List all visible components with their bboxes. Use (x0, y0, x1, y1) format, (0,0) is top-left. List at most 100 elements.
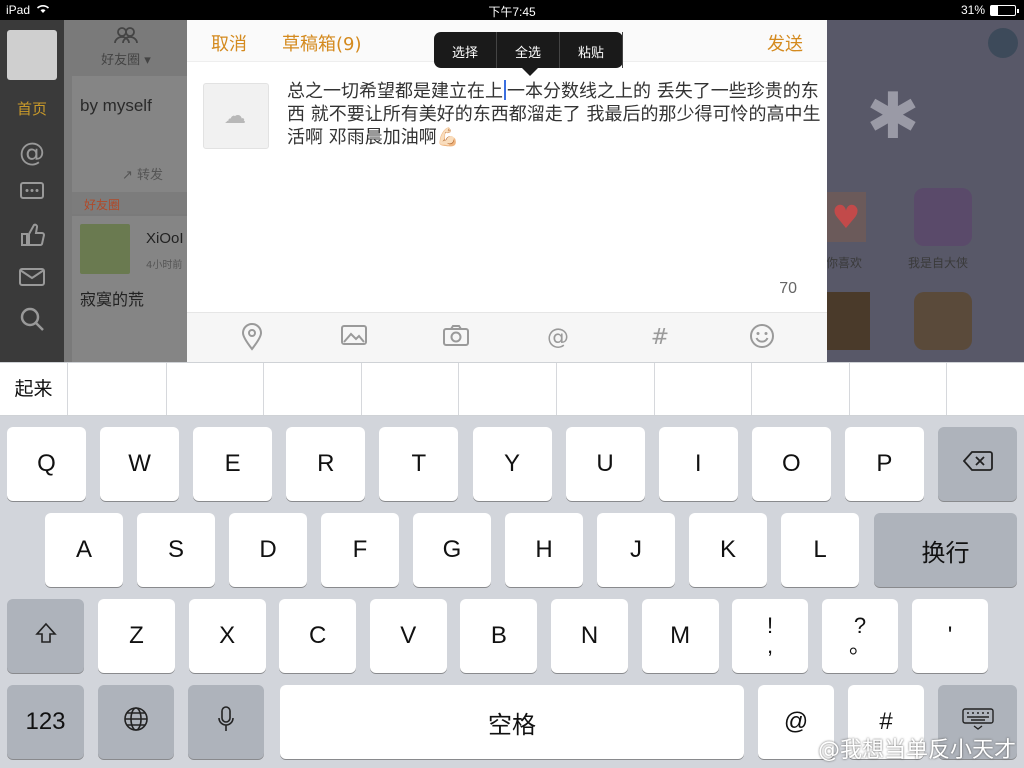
key-o[interactable]: O (751, 427, 831, 501)
key-f[interactable]: F (321, 513, 399, 587)
status-time: 下午7:45 (488, 5, 536, 19)
cancel-button[interactable]: 取消 (211, 30, 247, 56)
forward-label: 转发 (137, 168, 164, 183)
comment-icon[interactable] (17, 180, 47, 210)
candidate-word[interactable]: 起来 (0, 363, 68, 415)
delete-key[interactable] (938, 427, 1017, 501)
candidate-divider (458, 363, 460, 415)
game-app-icon[interactable] (914, 188, 972, 246)
key-e[interactable]: E (193, 427, 273, 501)
apostrophe-key[interactable]: ' (912, 599, 988, 673)
key-bottom-glyph: , (766, 633, 774, 658)
candidate-divider (360, 363, 362, 415)
battery-icon (990, 4, 1019, 16)
key-n[interactable]: N (551, 599, 628, 673)
select-all-option[interactable]: 全选 (497, 32, 561, 68)
key-b[interactable]: B (460, 599, 538, 673)
feed-card[interactable]: XiOoI 4小时前 寂寞的荒 (72, 216, 188, 362)
key-m[interactable]: M (641, 599, 719, 673)
edit-menu: 选择 全选 粘贴 (434, 32, 624, 76)
feed-card-text: by myself (80, 96, 152, 115)
game-app-icon[interactable] (914, 292, 972, 350)
globe-key[interactable] (98, 685, 174, 759)
mail-icon[interactable] (17, 264, 47, 294)
feed-text: 寂寞的荒 (80, 290, 145, 309)
candidate-divider (848, 363, 850, 415)
paste-option[interactable]: 粘贴 (560, 32, 624, 68)
char-count: 70 (779, 280, 797, 297)
candidate-divider (653, 363, 655, 415)
groups-icon (64, 26, 188, 49)
key-s[interactable]: S (137, 513, 215, 587)
delete-icon (962, 450, 993, 479)
candidate-divider (946, 363, 948, 415)
space-key[interactable]: 空格 (280, 685, 744, 759)
key-j[interactable]: J (597, 513, 675, 587)
numbers-key[interactable]: 123 (7, 685, 84, 759)
key-u[interactable]: U (565, 427, 645, 501)
key-p[interactable]: P (844, 427, 924, 501)
select-option[interactable]: 选择 (434, 32, 498, 68)
key-x[interactable]: X (188, 599, 266, 673)
exclamation-comma-key[interactable]: !, (732, 599, 808, 673)
game-app-icon[interactable] (826, 292, 870, 350)
heart-app-icon[interactable]: ♥ (826, 192, 866, 242)
key-g[interactable]: G (413, 513, 491, 587)
app-label: 你喜欢 (826, 256, 863, 270)
key-bottom-glyph: 。 (848, 633, 871, 658)
profile-avatar[interactable] (7, 30, 57, 80)
key-r[interactable]: R (286, 427, 366, 501)
emoji-icon[interactable] (746, 323, 778, 353)
key-h[interactable]: H (505, 513, 583, 587)
key-a[interactable]: A (45, 513, 123, 587)
location-icon[interactable] (236, 323, 268, 353)
flower-decoration-icon: ✱ (866, 80, 920, 154)
key-v[interactable]: V (369, 599, 447, 673)
groups-selector[interactable]: 好友圈 ▾ (64, 26, 188, 68)
key-t[interactable]: T (379, 427, 459, 501)
return-key[interactable]: 换行 (874, 513, 1017, 587)
key-l[interactable]: L (781, 513, 859, 587)
watermark-text: @我想当单反小天才 (817, 738, 1016, 763)
like-icon[interactable] (17, 222, 47, 252)
text-cursor (504, 80, 506, 100)
nav-home[interactable]: 首页 (0, 98, 64, 119)
candidate-divider (165, 363, 167, 415)
forward-button[interactable]: ↗ 转发 (122, 164, 163, 183)
right-panel: ✱ ♥ 你喜欢 我是自大侠 (826, 20, 1024, 362)
at-icon[interactable]: @ (17, 138, 47, 168)
key-q[interactable]: Q (7, 427, 86, 501)
topic-icon[interactable]: # (644, 323, 676, 353)
key-i[interactable]: I (658, 427, 738, 501)
mention-icon[interactable]: @ (542, 323, 574, 353)
battery-percent: 31% (960, 3, 985, 17)
left-nav: 首页 @ (0, 20, 64, 362)
weather-icon: ☁ (224, 104, 246, 129)
key-d[interactable]: D (229, 513, 307, 587)
key-y[interactable]: Y (472, 427, 552, 501)
drafts-button[interactable]: 草稿箱(9) (282, 30, 362, 56)
dictation-key[interactable] (188, 685, 264, 759)
text-before-cursor: 总之一切希望都是建立在上 (287, 81, 503, 102)
shift-key[interactable] (7, 599, 84, 673)
search-icon[interactable] (17, 306, 47, 336)
settings-icon[interactable] (988, 28, 1018, 58)
key-z[interactable]: Z (98, 599, 175, 673)
feed-author[interactable]: XiOoI (146, 230, 184, 247)
feed-column: 好友圈 ▾ by myself ↗ 转发 好友圈 XiOoI 4小时前 寂寞的荒 (64, 20, 188, 362)
candidate-divider (751, 363, 753, 415)
feed-card[interactable]: by myself ↗ 转发 (72, 76, 188, 196)
image-icon[interactable] (338, 323, 370, 353)
app-label: 我是自大侠 (908, 256, 969, 270)
key-w[interactable]: W (100, 427, 180, 501)
key-k[interactable]: K (689, 513, 767, 587)
feed-thumbnail[interactable] (80, 224, 130, 274)
send-button[interactable]: 发送 (767, 30, 803, 56)
compose-textarea[interactable]: 总之一切希望都是建立在上 一本分数线之上的 丢失了一些珍贵的东西 就不要让所有美好… (287, 80, 821, 149)
status-bar: iPad 下午7:45 31% (0, 0, 1024, 20)
candidate-divider (263, 363, 265, 415)
question-period-key[interactable]: ?。 (822, 599, 898, 673)
key-c[interactable]: C (279, 599, 357, 673)
compose-toolbar: @ # (187, 312, 827, 362)
camera-icon[interactable] (440, 323, 472, 353)
